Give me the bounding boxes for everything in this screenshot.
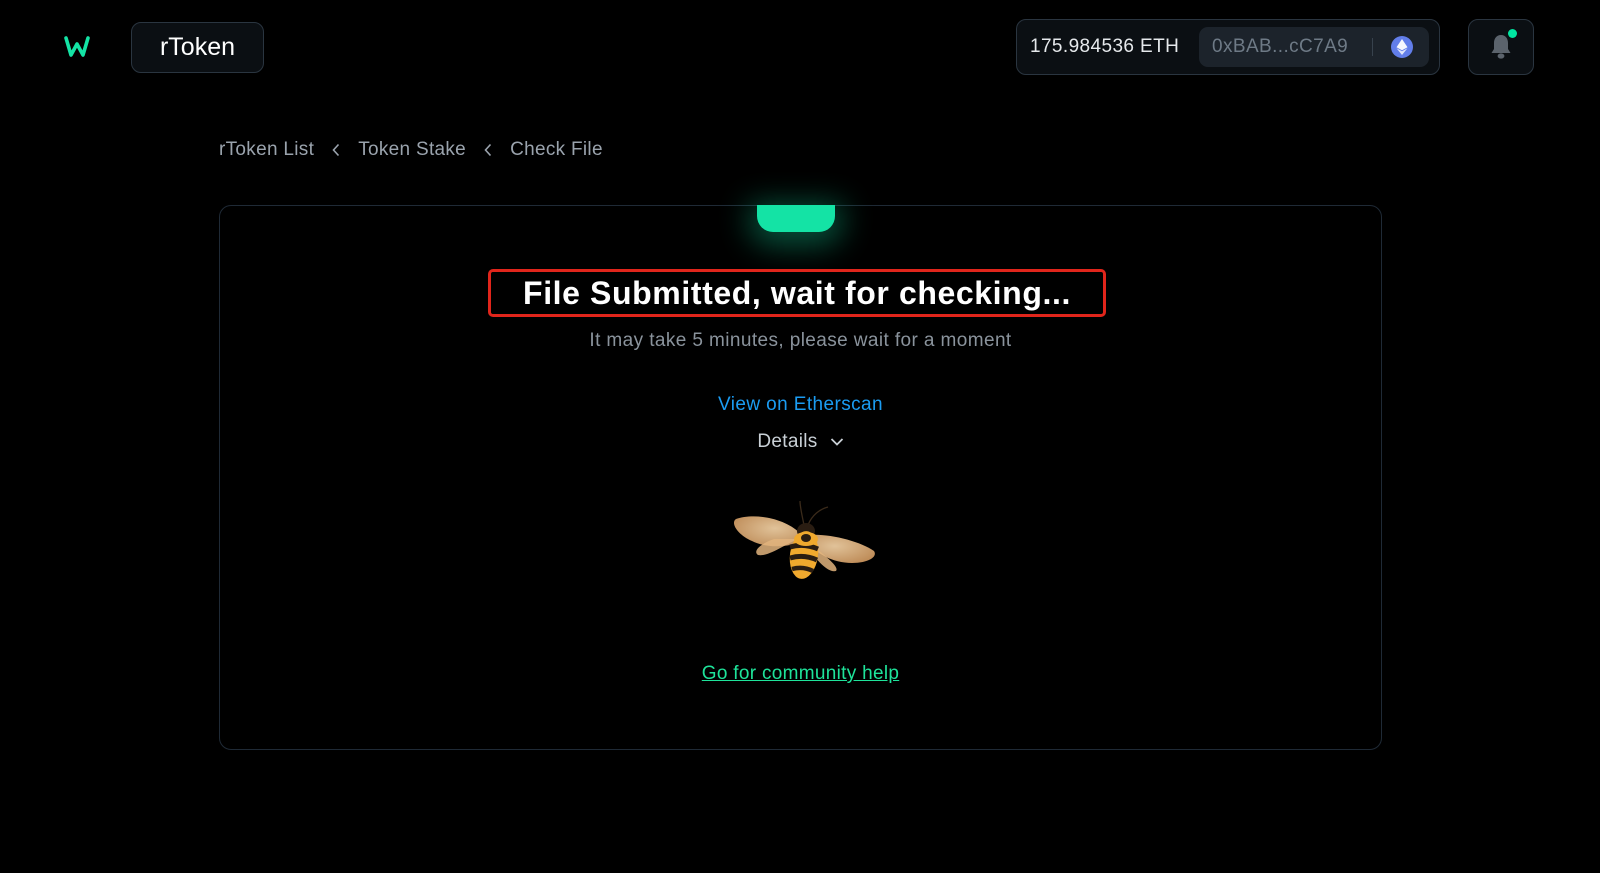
chevron-left-icon: [466, 143, 510, 157]
status-title-highlight: File Submitted, wait for checking...: [488, 269, 1106, 317]
status-subtitle: It may take 5 minutes, please wait for a…: [589, 330, 1012, 351]
community-help-link[interactable]: Go for community help: [702, 663, 899, 684]
bee-illustration: [728, 495, 880, 587]
status-title: File Submitted, wait for checking...: [523, 274, 1071, 311]
wallet-balance: 175.984536 ETH: [1030, 36, 1180, 57]
status-card: File Submitted, wait for checking... It …: [219, 205, 1382, 750]
community-help-row: Go for community help: [220, 663, 1381, 685]
divider: [1372, 38, 1373, 56]
page: rToken 175.984536 ETH 0xBAB...cC7A9 rTok…: [0, 0, 1600, 873]
details-label: Details: [757, 431, 818, 452]
etherscan-link-row: View on Etherscan: [220, 394, 1381, 416]
notification-dot: [1508, 29, 1517, 38]
status-indicator-glow: [757, 205, 835, 232]
notifications-button[interactable]: [1468, 19, 1534, 75]
ethereum-icon: [1391, 36, 1413, 58]
breadcrumb: rToken List Token Stake Check File: [219, 139, 603, 161]
details-row: Details: [220, 431, 1381, 453]
breadcrumb-item-check-file: Check File: [510, 139, 603, 160]
breadcrumb-item-token-stake[interactable]: Token Stake: [358, 139, 466, 161]
app-title-label: rToken: [159, 33, 236, 61]
wallet-address-button[interactable]: 0xBAB...cC7A9: [1199, 27, 1429, 67]
breadcrumb-item-rtoken-list[interactable]: rToken List: [219, 139, 314, 161]
view-on-etherscan-link[interactable]: View on Etherscan: [718, 394, 883, 415]
chevron-down-icon: [830, 437, 844, 447]
wallet-address: 0xBAB...cC7A9: [1212, 36, 1349, 57]
details-toggle[interactable]: Details: [757, 431, 843, 453]
chevron-left-icon: [314, 143, 358, 157]
wallet-panel: 175.984536 ETH 0xBAB...cC7A9: [1016, 19, 1440, 75]
app-title-button[interactable]: rToken: [131, 22, 264, 73]
app-logo-icon[interactable]: [64, 34, 90, 60]
